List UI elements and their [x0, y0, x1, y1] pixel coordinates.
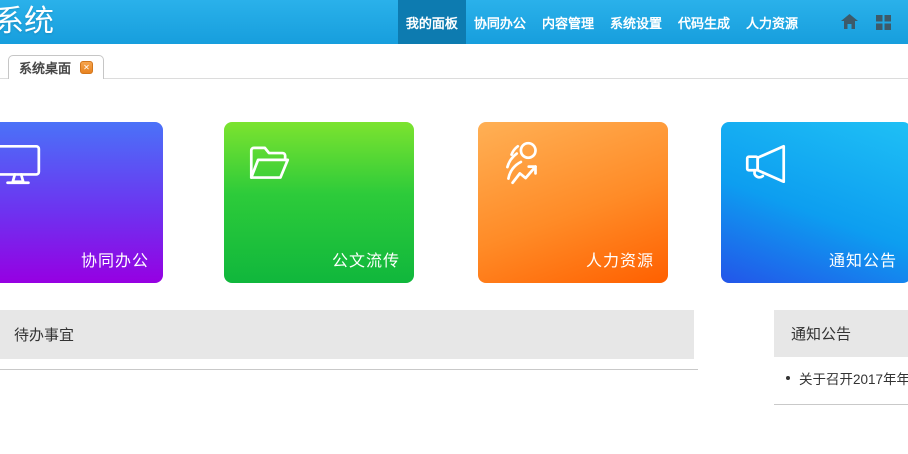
bullet-icon [786, 376, 790, 380]
tile-label: 公文流传 [332, 247, 400, 271]
tab-system-desktop[interactable]: 系统桌面 [8, 55, 104, 79]
notice-panel-divider [774, 404, 908, 405]
home-icon[interactable] [832, 0, 866, 44]
tile-collaboration[interactable]: 协同办公 [0, 122, 163, 283]
todo-panel-title: 待办事宜 [14, 324, 74, 345]
tile-label: 人力资源 [586, 247, 654, 271]
todo-panel-divider [0, 369, 698, 370]
notice-list-item[interactable]: 关于召开2017年年 [774, 363, 908, 393]
tab-close-icon[interactable] [80, 61, 93, 74]
nav-item-collaboration[interactable]: 协同办公 [466, 0, 534, 44]
tile-label: 协同办公 [81, 247, 149, 271]
tile-human-resources[interactable]: 人力资源 [478, 122, 668, 283]
desktop-dashboard: 系统 我的面板 协同办公 内容管理 系统设置 代码生成 人力资源 系统桌面 [0, 0, 908, 454]
tabbar-divider [0, 78, 908, 79]
nav-item-code-generation[interactable]: 代码生成 [670, 0, 738, 44]
app-logo: 系统 [0, 0, 54, 44]
notice-item-text: 关于召开2017年年 [799, 368, 908, 388]
todo-panel-header: 待办事宜 [0, 310, 694, 359]
monitor-icon [0, 139, 43, 189]
person-growth-icon [498, 139, 548, 189]
tile-document-flow[interactable]: 公文流传 [224, 122, 414, 283]
tile-label: 通知公告 [829, 247, 897, 271]
tile-notice[interactable]: 通知公告 [721, 122, 908, 283]
nav-item-content-management[interactable]: 内容管理 [534, 0, 602, 44]
nav-item-my-dashboard[interactable]: 我的面板 [398, 0, 466, 44]
notice-panel-title: 通知公告 [791, 323, 851, 344]
top-header-bar: 系统 我的面板 协同办公 内容管理 系统设置 代码生成 人力资源 [0, 0, 908, 44]
top-navigation: 我的面板 协同办公 内容管理 系统设置 代码生成 人力资源 [398, 0, 908, 44]
megaphone-icon [741, 139, 791, 189]
notice-panel-header: 通知公告 [774, 310, 908, 357]
nav-item-system-settings[interactable]: 系统设置 [602, 0, 670, 44]
grid-icon[interactable] [866, 0, 900, 44]
nav-item-human-resources[interactable]: 人力资源 [738, 0, 806, 44]
tab-label: 系统桌面 [19, 58, 71, 77]
folder-open-icon [244, 139, 294, 189]
